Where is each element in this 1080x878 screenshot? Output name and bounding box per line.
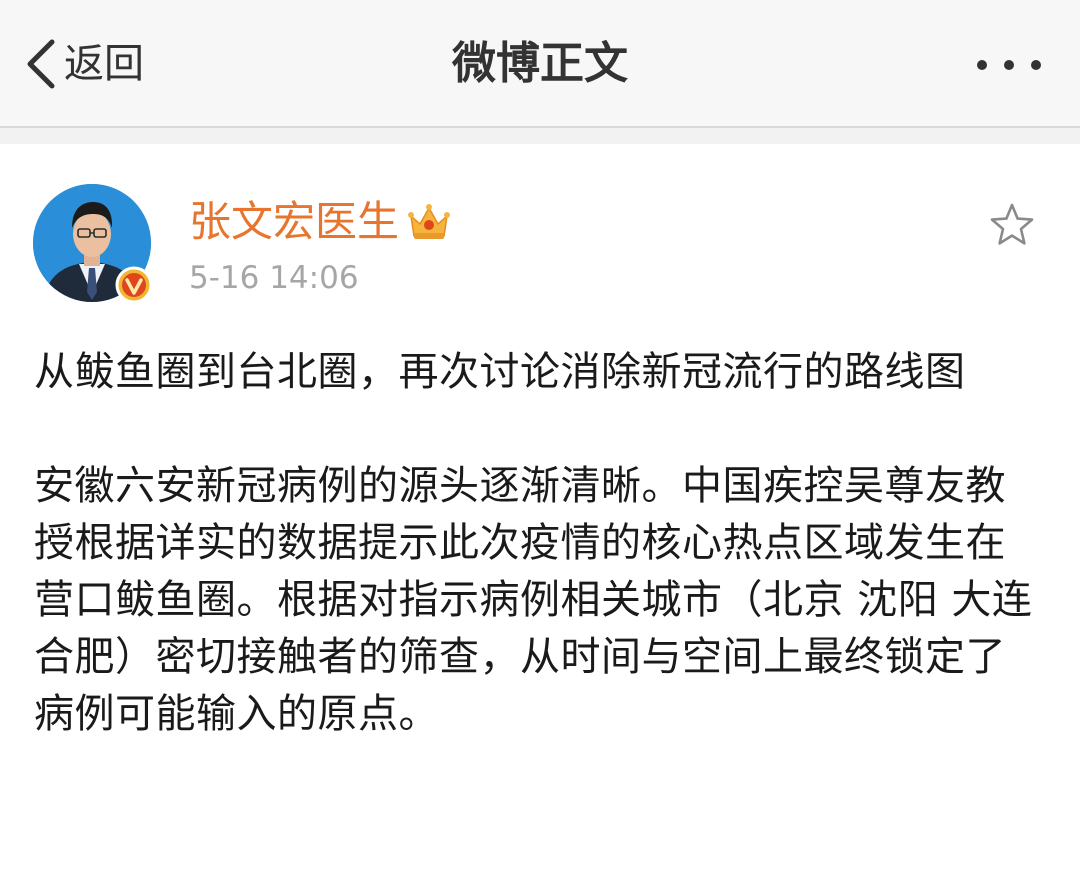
post-paragraph-title: 从鲅鱼圈到台北圈，再次讨论消除新冠流行的路线图 [34, 349, 966, 395]
avatar[interactable] [33, 184, 153, 304]
post-body: 从鲅鱼圈到台北圈，再次讨论消除新冠流行的路线图 安徽六安新冠病例的源头逐渐清晰。… [34, 344, 1044, 743]
star-icon [988, 203, 1036, 253]
back-label: 返回 [64, 41, 144, 87]
weibo-post-page: 返回 微博正文 张文宏医生 5-16 14:06 从鲅鱼圈到台北圈，再次讨论消除… [0, 0, 1080, 878]
page-title: 微博正文 [452, 38, 628, 89]
crown-icon[interactable] [406, 202, 452, 242]
post-paragraph: 安徽六安新冠病例的源头逐渐清晰。中国疾控吴尊友教授根据详实的数据提示此次疫情的核… [34, 463, 1033, 737]
author-name[interactable]: 张文宏医生 [189, 194, 399, 250]
post-timestamp: 5-16 14:06 [189, 260, 359, 296]
favorite-button[interactable] [988, 201, 1036, 249]
more-dots-icon [974, 60, 1044, 84]
chevron-left-icon [22, 34, 58, 94]
back-button[interactable]: 返回 [22, 34, 144, 94]
verified-v-icon [115, 266, 153, 304]
more-button[interactable] [974, 50, 1044, 80]
section-divider [0, 128, 1080, 144]
top-navigation-bar: 返回 微博正文 [0, 0, 1080, 128]
